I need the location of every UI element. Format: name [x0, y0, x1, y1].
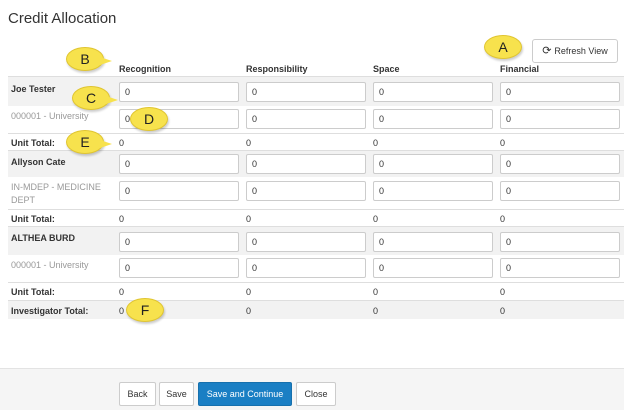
investigator-total-value: 0	[500, 306, 506, 316]
unit-total-value: 0	[373, 287, 379, 297]
unit-total-value: 0	[500, 287, 506, 297]
responsibility-input[interactable]	[246, 181, 366, 201]
financial-input[interactable]	[500, 154, 620, 174]
responsibility-input[interactable]	[246, 154, 366, 174]
row-divider	[8, 209, 624, 210]
space-input[interactable]	[373, 232, 493, 252]
column-header-financial: Financial	[500, 64, 540, 74]
investigator-total-value: 0	[373, 306, 379, 316]
financial-input[interactable]	[500, 232, 620, 252]
callout-c: C	[72, 86, 118, 110]
callout-e: E	[66, 130, 112, 154]
investigator-total-value: 0	[119, 306, 125, 316]
page-title: Credit Allocation	[8, 10, 117, 27]
person-name: Allyson Cate	[11, 157, 66, 167]
space-input[interactable]	[373, 258, 493, 278]
recognition-input[interactable]	[119, 82, 239, 102]
investigator-total-value: 0	[246, 306, 252, 316]
recognition-input[interactable]	[119, 154, 239, 174]
unit-total-value: 0	[119, 214, 125, 224]
callout-a: A	[484, 35, 522, 59]
row-divider	[8, 282, 624, 283]
financial-input[interactable]	[500, 109, 620, 129]
callout-d: D	[130, 107, 168, 131]
unit-total-value: 0	[246, 214, 252, 224]
back-button[interactable]: Back	[119, 382, 156, 406]
unit-total-value: 0	[500, 138, 506, 148]
column-header-space: Space	[373, 64, 400, 74]
responsibility-input[interactable]	[246, 258, 366, 278]
unit-total-value: 0	[119, 138, 125, 148]
unit-total-label: Unit Total:	[11, 214, 55, 224]
refresh-icon: ⟳	[542, 44, 552, 57]
space-input[interactable]	[373, 82, 493, 102]
responsibility-input[interactable]	[246, 109, 366, 129]
unit-total-label: Unit Total:	[11, 138, 55, 148]
save-and-continue-button[interactable]: Save and Continue	[198, 382, 292, 406]
responsibility-input[interactable]	[246, 232, 366, 252]
person-name: Joe Tester	[11, 84, 56, 94]
unit-label: 000001 - University	[11, 111, 89, 121]
space-input[interactable]	[373, 154, 493, 174]
space-input[interactable]	[373, 181, 493, 201]
unit-total-value: 0	[119, 287, 125, 297]
recognition-input[interactable]	[119, 181, 239, 201]
financial-input[interactable]	[500, 181, 620, 201]
close-button[interactable]: Close	[296, 382, 336, 406]
column-header-recognition: Recognition	[119, 64, 171, 74]
unit-total-label: Unit Total:	[11, 287, 55, 297]
investigator-total-row-bg	[8, 301, 624, 319]
investigator-total-label: Investigator Total:	[11, 306, 89, 316]
unit-total-value: 0	[373, 214, 379, 224]
unit-label: 000001 - University	[11, 260, 89, 270]
callout-f: F	[126, 298, 164, 322]
unit-total-value: 0	[246, 287, 252, 297]
financial-input[interactable]	[500, 82, 620, 102]
refresh-view-label: Refresh View	[554, 46, 608, 56]
column-header-responsibility: Responsibility	[246, 64, 308, 74]
unit-label: IN-MDEP - MEDICINE DEPT	[11, 182, 101, 205]
responsibility-input[interactable]	[246, 82, 366, 102]
recognition-input[interactable]	[119, 232, 239, 252]
row-divider	[8, 133, 624, 134]
financial-input[interactable]	[500, 258, 620, 278]
unit-total-value: 0	[500, 214, 506, 224]
unit-total-value: 0	[373, 138, 379, 148]
space-input[interactable]	[373, 109, 493, 129]
person-name: ALTHEA BURD	[11, 233, 75, 243]
recognition-input[interactable]	[119, 258, 239, 278]
unit-total-value: 0	[246, 138, 252, 148]
refresh-view-button[interactable]: ⟳ Refresh View	[532, 39, 618, 63]
callout-b: B	[66, 47, 112, 71]
save-button[interactable]: Save	[159, 382, 194, 406]
